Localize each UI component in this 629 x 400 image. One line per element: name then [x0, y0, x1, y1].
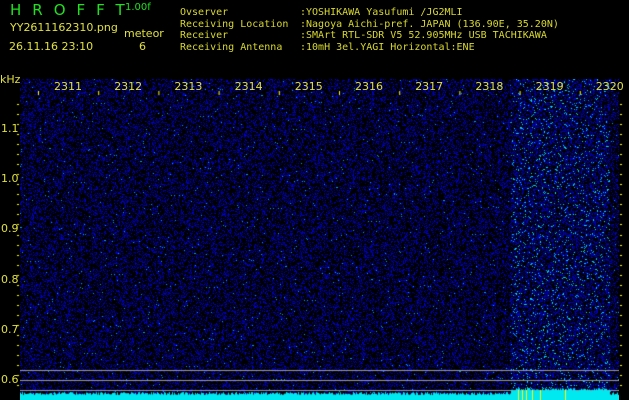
info-value: :Nagoya Aichi-pref. JAPAN (136.90E, 35.2… — [300, 18, 559, 30]
y-tick-label: 0.8 — [1, 272, 19, 286]
info-key: Receiver — [180, 30, 229, 41]
right-axis-ticks — [619, 100, 629, 400]
info-value: :10mH 3el.YAGI Horizontal:ENE — [300, 41, 475, 53]
app-title: HROFFT — [10, 1, 136, 19]
datetime: 26.11.16 23:10 — [9, 40, 94, 53]
x-tick-label: 2311 — [54, 80, 82, 93]
y-tick-label: 1.1 — [1, 122, 19, 135]
y-tick-label: 0.9 — [1, 222, 19, 236]
meteor-count: 6 — [139, 40, 146, 53]
info-row: Ovserver :YOSHIKAWA Yasufumi /JG2MLI — [180, 7, 559, 19]
info-key: Receiving Location — [180, 18, 289, 30]
info-row: Receiving Location :Nagoya Aichi-pref. JA… — [180, 19, 559, 31]
info-row: Receiver :SMArt RTL-SDR V5 52.905MHz USB … — [180, 30, 559, 42]
x-tick-label: 2313 — [174, 80, 203, 93]
info-value: :YOSHIKAWA Yasufumi /JG2MLI — [300, 7, 463, 18]
y-tick-label: 1.0 — [1, 172, 19, 186]
x-tick-label: 2320 — [595, 80, 624, 93]
info-key: Receiving Antenna — [180, 41, 283, 53]
x-tick-label: 2318 — [475, 80, 504, 93]
info-value: :SMArt RTL-SDR V5 52.905MHz USB TACHIKAW… — [300, 30, 547, 41]
version: 1.00f — [125, 2, 151, 13]
y-tick-label: 0.7 — [1, 322, 19, 336]
filename: YY2611162310.png — [10, 21, 118, 34]
info-key: Ovserver — [180, 7, 229, 18]
x-tick-label: 2319 — [535, 80, 564, 93]
x-tick-label: 2316 — [355, 80, 383, 93]
station-info: Ovserver :YOSHIKAWA Yasufumi /JG2MLI Rece… — [180, 7, 559, 53]
x-tick-label: 2312 — [114, 80, 143, 93]
x-tick-label: 2314 — [234, 80, 263, 93]
meteor-label: meteor — [124, 27, 164, 40]
spectrogram — [20, 79, 619, 400]
x-tick-label: 2317 — [415, 80, 444, 93]
x-tick-label: 2315 — [294, 80, 323, 93]
y-tick-label: 0.6 — [1, 373, 19, 386]
info-row: Receiving Antenna :10mH 3el.YAGI Horizont… — [180, 42, 559, 54]
y-unit-label: kHz — [0, 73, 21, 86]
left-axis-ticks — [0, 100, 20, 400]
